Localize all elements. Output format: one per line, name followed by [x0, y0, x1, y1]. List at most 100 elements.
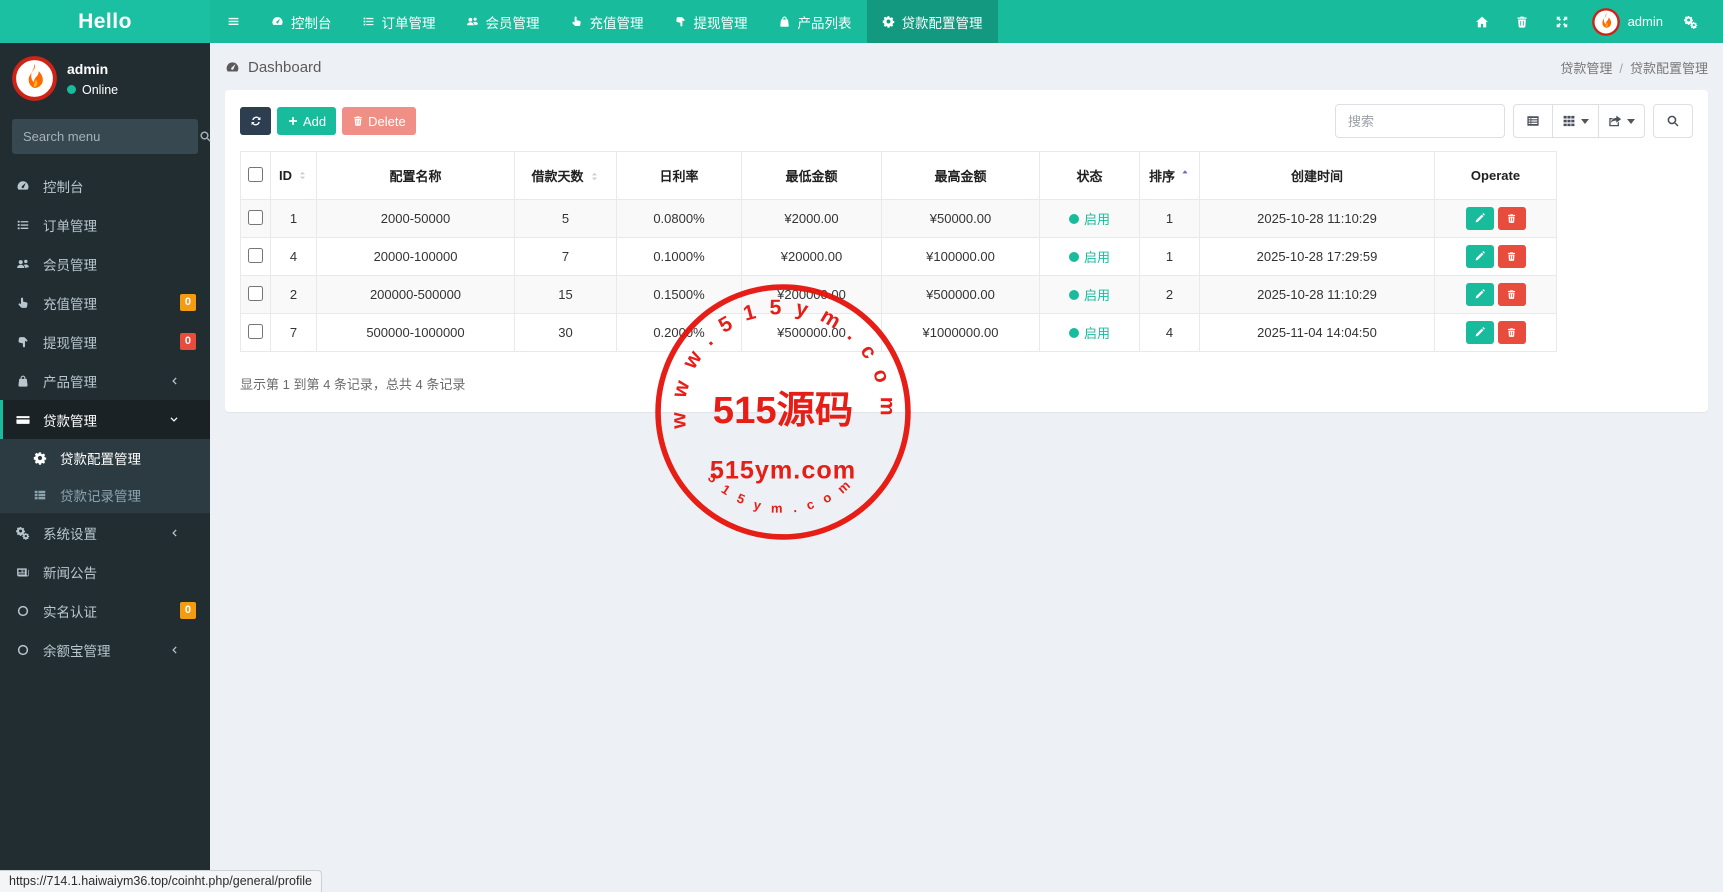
expand-button[interactable]	[1542, 0, 1582, 43]
chevron-left-icon	[169, 645, 187, 655]
status-dot-icon	[1068, 289, 1079, 300]
flame-logo-icon	[12, 56, 57, 101]
bag-icon	[778, 15, 791, 28]
sidebar-submenu: 贷款配置管理 贷款记录管理	[0, 439, 210, 513]
table-search-input[interactable]	[1335, 104, 1505, 138]
data-table: ID 配置名称 借款天数 日利率 最低金额 最高金额 状态 排序 创建时间 Operate 1 2…	[240, 151, 1557, 352]
columns-button[interactable]	[1553, 104, 1599, 138]
list-icon	[16, 218, 34, 232]
trash-button[interactable]	[1502, 0, 1542, 43]
hand-down-icon	[674, 15, 687, 28]
export-button[interactable]	[1599, 104, 1645, 138]
sidebar-item[interactable]: 会员管理	[0, 244, 210, 283]
record-summary: 显示第 1 到第 4 条记录，总共 4 条记录	[240, 377, 466, 392]
sidebar-item[interactable]: 充值管理 0	[0, 283, 210, 322]
row-checkbox[interactable]	[248, 247, 263, 263]
delete-row-button[interactable]	[1497, 207, 1526, 230]
column-header[interactable]: ID	[270, 151, 317, 200]
toolbar: Add Delete	[240, 104, 1693, 138]
sort-asc-icon[interactable]	[1180, 167, 1190, 177]
hand-down-icon	[16, 335, 34, 349]
add-button[interactable]: Add	[277, 107, 337, 135]
row-checkbox[interactable]	[248, 209, 263, 225]
table-row: 7 500000-1000000 30 0.2000% ¥500000.00 ¥…	[240, 313, 1557, 352]
sidebar-item[interactable]: 系统设置	[0, 513, 210, 552]
column-header[interactable]: 最低金额	[741, 151, 882, 200]
table-header-row: ID 配置名称 借款天数 日利率 最低金额 最高金额 状态 排序 创建时间 Operate	[240, 151, 1557, 200]
row-checkbox[interactable]	[248, 285, 263, 301]
sidebar-item[interactable]: 实名认证 0	[0, 591, 210, 630]
status-badge: 启用	[1068, 323, 1110, 342]
edit-button[interactable]	[1465, 245, 1494, 268]
newspaper-icon	[16, 565, 34, 579]
search-icon	[1666, 114, 1680, 128]
topbar-tools	[1462, 0, 1582, 43]
delete-row-button[interactable]	[1497, 245, 1526, 268]
status-badge: 启用	[1068, 209, 1110, 228]
topnav-item[interactable]: 控制台	[256, 0, 347, 43]
select-all-checkbox[interactable]	[248, 166, 263, 182]
sort-icon[interactable]	[589, 171, 600, 182]
sidebar-item[interactable]: 产品管理	[0, 361, 210, 400]
topnav-item[interactable]: 贷款配置管理	[866, 0, 998, 43]
refresh-button[interactable]	[240, 107, 271, 135]
settings-button[interactable]	[1671, 0, 1711, 43]
sidebar-item[interactable]: 余额宝管理	[0, 630, 210, 669]
column-header[interactable]: 最高金额	[881, 151, 1040, 200]
dashboard-icon	[271, 15, 284, 28]
sidebar-item[interactable]: 新闻公告	[0, 552, 210, 591]
edit-button[interactable]	[1465, 321, 1494, 344]
detail-view-button[interactable]	[1513, 104, 1553, 138]
search-toggle-button[interactable]	[1653, 104, 1693, 138]
status-link-bar: https://714.1.haiwaiym36.top/coinht.php/…	[0, 870, 322, 892]
topnav-item[interactable]: 会员管理	[451, 0, 555, 43]
delete-button[interactable]: Delete	[342, 107, 416, 135]
breadcrumb-parent[interactable]: 贷款管理	[1560, 61, 1612, 76]
sidebar-item[interactable]: 贷款管理	[0, 400, 210, 439]
delete-row-button[interactable]	[1497, 321, 1526, 344]
hamburger-button[interactable]	[210, 0, 256, 43]
column-header[interactable]: 借款天数	[514, 151, 617, 200]
topnav-item[interactable]: 订单管理	[347, 0, 451, 43]
topnav-item[interactable]: 产品列表	[763, 0, 867, 43]
row-checkbox[interactable]	[248, 323, 263, 339]
sidebar-search-input[interactable]	[23, 129, 199, 144]
topnav-item[interactable]: 充值管理	[555, 0, 659, 43]
flame-logo-icon	[1591, 7, 1620, 36]
topbar-username[interactable]: admin	[1628, 14, 1663, 29]
column-header[interactable]: 配置名称	[316, 151, 515, 200]
column-header[interactable]: 创建时间	[1199, 151, 1435, 200]
column-header[interactable]: 日利率	[616, 151, 742, 200]
table-row: 2 200000-500000 15 0.1500% ¥200000.00 ¥5…	[240, 275, 1557, 314]
sidebar-subitem[interactable]: 贷款记录管理	[0, 476, 210, 513]
sort-icon[interactable]	[297, 170, 308, 181]
status-badge: 启用	[1068, 247, 1110, 266]
search-icon	[199, 130, 212, 143]
sidebar-item[interactable]: 提现管理 0	[0, 322, 210, 361]
topbar: Hello 控制台 订单管理 会员管理 充值管理 提现管理 产品列表 贷款配置管理 admi…	[0, 0, 1723, 43]
column-header[interactable]: 状态	[1039, 151, 1140, 200]
sidebar-item[interactable]: 订单管理	[0, 205, 210, 244]
column-header[interactable]: Operate	[1434, 151, 1557, 200]
users-icon	[16, 257, 34, 271]
edit-button[interactable]	[1465, 207, 1494, 230]
sidebar-username: admin	[67, 60, 109, 77]
sidebar-item[interactable]: 控制台	[0, 166, 210, 205]
delete-row-button[interactable]	[1497, 283, 1526, 306]
detail-view-icon	[1526, 114, 1540, 128]
home-button[interactable]	[1462, 0, 1502, 43]
edit-button[interactable]	[1465, 283, 1494, 306]
column-header[interactable]: 排序	[1139, 151, 1200, 200]
bag-icon	[16, 374, 34, 388]
main-content: Dashboard 贷款管理/贷款配置管理 Add Delete ID配置名称借…	[210, 43, 1723, 892]
count-badge: 0	[179, 333, 196, 350]
avatar[interactable]	[1591, 7, 1620, 36]
plus-icon	[287, 115, 299, 127]
chevron-down-icon	[169, 415, 187, 425]
th-list-icon	[33, 488, 51, 502]
breadcrumb-current: 贷款配置管理	[1629, 61, 1708, 76]
sidebar-subitem[interactable]: 贷款配置管理	[0, 439, 210, 476]
status-badge: 启用	[1068, 285, 1110, 304]
topnav-item[interactable]: 提现管理	[659, 0, 763, 43]
count-badge: 0	[179, 602, 196, 619]
